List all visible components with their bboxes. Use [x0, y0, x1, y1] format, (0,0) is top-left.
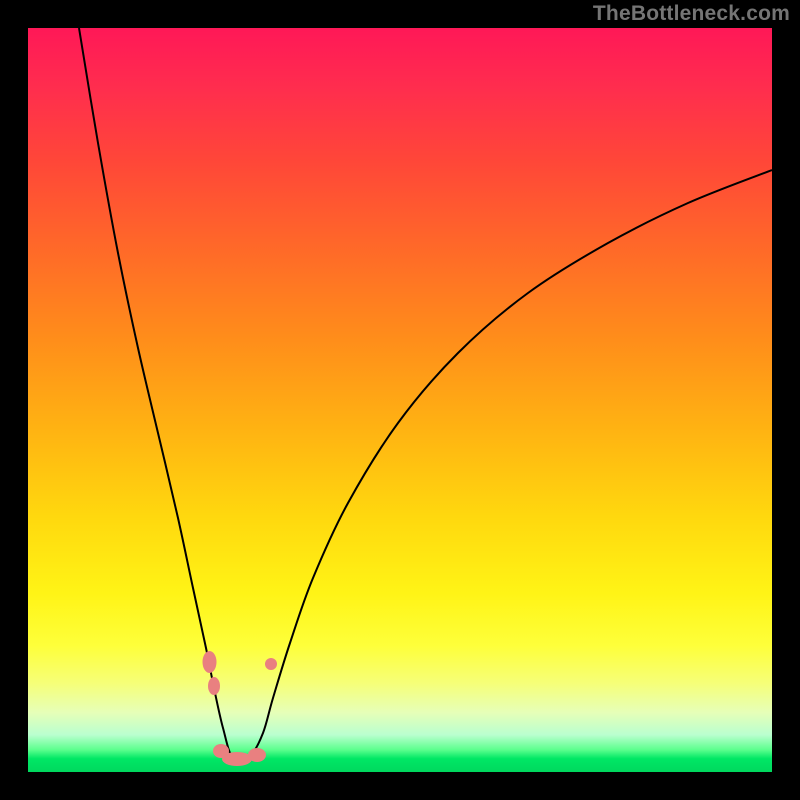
plot-area	[28, 28, 772, 772]
data-marker	[265, 658, 277, 670]
bottleneck-curve	[79, 28, 772, 761]
data-marker	[222, 752, 252, 766]
marker-group	[203, 651, 278, 766]
data-marker	[248, 748, 266, 762]
data-marker	[203, 651, 217, 673]
curve-layer	[28, 28, 772, 772]
data-marker	[208, 677, 220, 695]
watermark-text: TheBottleneck.com	[593, 2, 790, 26]
chart-frame: TheBottleneck.com	[0, 0, 800, 800]
